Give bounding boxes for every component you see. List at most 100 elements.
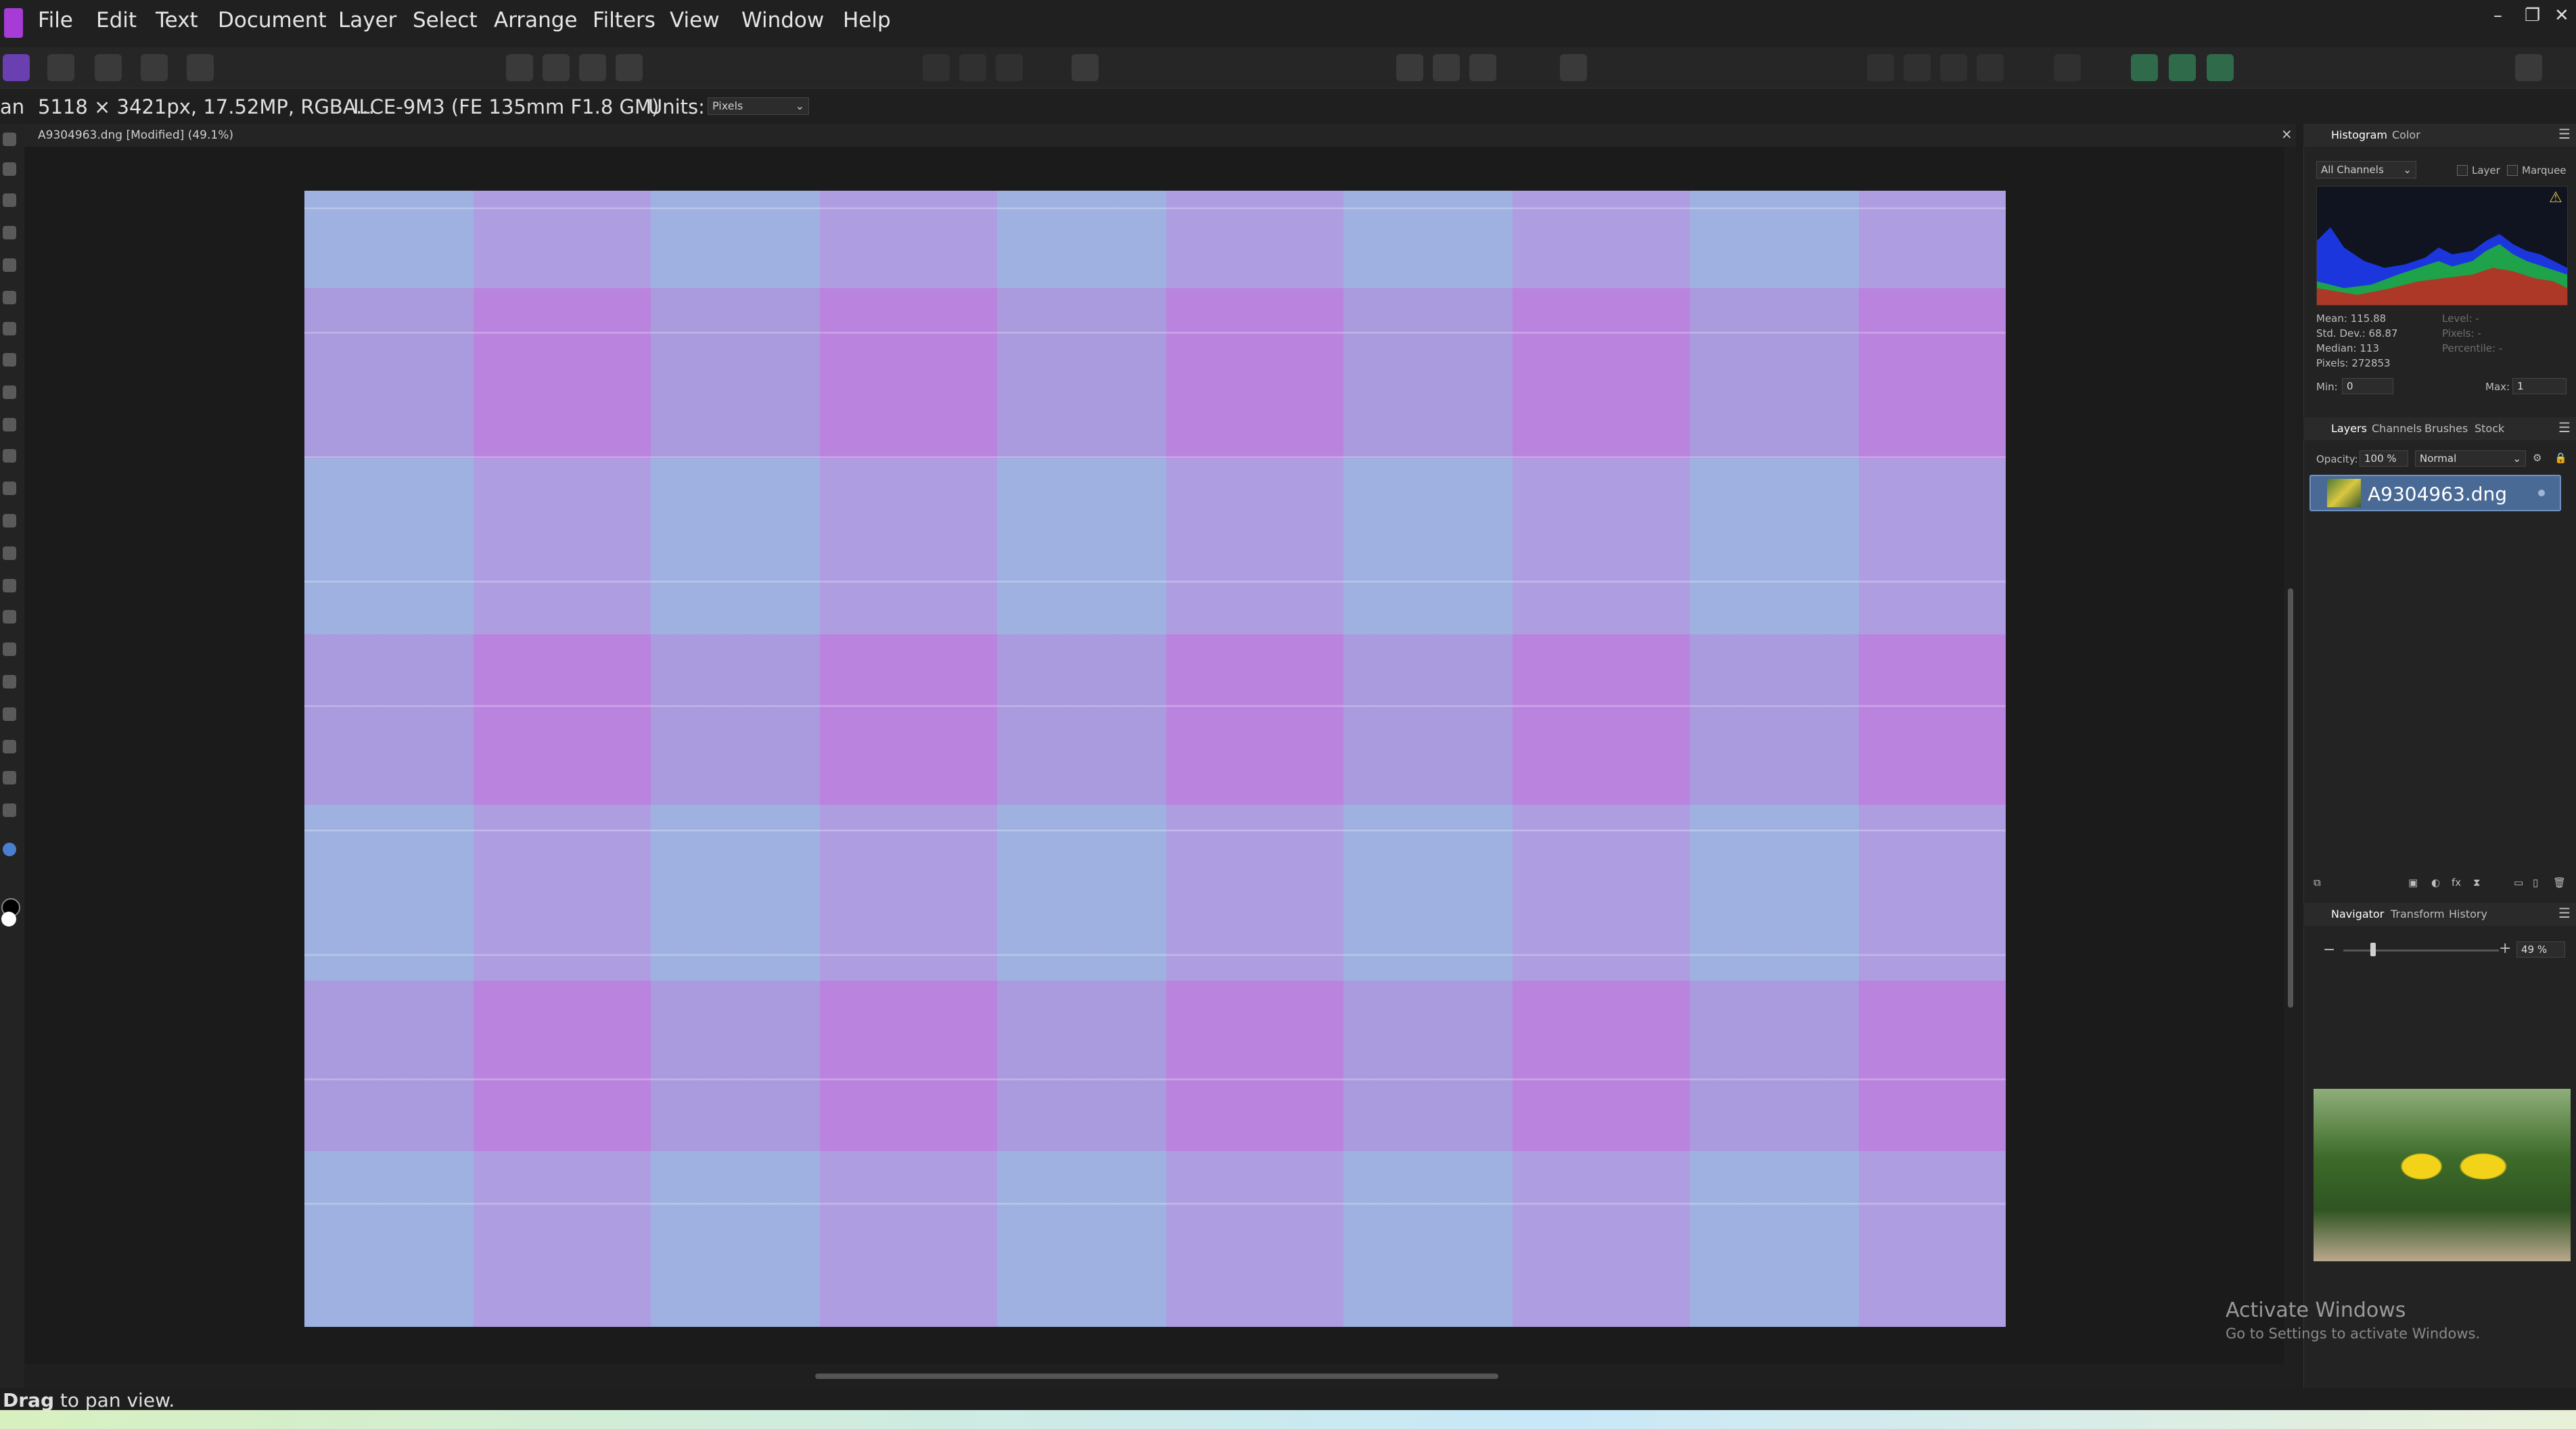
auto-white-balance-icon[interactable]: [616, 54, 643, 81]
live-filter-icon[interactable]: ⧗: [2473, 876, 2481, 889]
gradient-tool-icon[interactable]: [3, 418, 16, 431]
lock-icon[interactable]: 🔒: [2554, 452, 2567, 464]
min-field[interactable]: 0: [2342, 378, 2393, 394]
menu-view[interactable]: View: [670, 8, 720, 32]
fx-icon[interactable]: fx: [2452, 876, 2461, 889]
selection-icon[interactable]: [923, 54, 950, 81]
add-layer-icon[interactable]: ▯: [2533, 876, 2538, 889]
flood-select-tool-icon[interactable]: [3, 291, 16, 304]
zoom-tool-icon[interactable]: [3, 803, 16, 817]
marquee-tool-icon[interactable]: [3, 322, 16, 335]
menu-filters[interactable]: Filters: [593, 8, 656, 32]
menu-window[interactable]: Window: [741, 8, 824, 32]
restore-icon[interactable]: ❐: [2525, 5, 2540, 26]
zoom-out-icon[interactable]: −: [2323, 941, 2335, 958]
artistic-text-tool-icon[interactable]: [3, 771, 16, 784]
horizontal-scrollbar-thumb[interactable]: [815, 1374, 1498, 1379]
view-mode-icon[interactable]: [1433, 54, 1460, 81]
color-mode-icon[interactable]: [1469, 54, 1496, 81]
tab-channels[interactable]: Channels: [2372, 422, 2422, 435]
clone-brush-tool-icon[interactable]: [3, 579, 16, 592]
zoom-slider-handle[interactable]: [2370, 943, 2376, 956]
tab-histogram[interactable]: Histogram: [2331, 128, 2387, 141]
quick-mask-icon[interactable]: [1072, 54, 1099, 81]
assistant-icon[interactable]: [1560, 54, 1587, 81]
selection-brush-tool-icon[interactable]: [3, 258, 16, 272]
opacity-field[interactable]: 100 %: [2360, 450, 2408, 467]
crop-tool-icon[interactable]: [3, 226, 16, 239]
canvas-image[interactable]: [304, 191, 2006, 1327]
add-group-icon[interactable]: ▭: [2514, 876, 2523, 889]
arrange-back-icon[interactable]: [1867, 54, 1894, 81]
liquify-persona-icon[interactable]: [47, 54, 74, 81]
align-icon[interactable]: [2054, 54, 2081, 81]
tab-navigator[interactable]: Navigator: [2331, 908, 2384, 920]
fill-tool-icon[interactable]: [3, 385, 16, 399]
develop-persona-icon[interactable]: [95, 54, 122, 81]
view-tool-icon[interactable]: [3, 133, 16, 146]
zoom-in-icon[interactable]: +: [2499, 940, 2511, 957]
gear-icon[interactable]: ⚙: [2533, 452, 2542, 464]
pen-tool-icon[interactable]: [3, 707, 16, 721]
menu-help[interactable]: Help: [843, 8, 891, 32]
color-picker-tool-icon[interactable]: [3, 193, 16, 207]
menu-layer[interactable]: Layer: [338, 8, 396, 32]
secondary-color-swatch[interactable]: [1, 912, 16, 927]
tab-transform[interactable]: Transform: [2391, 908, 2445, 920]
layer-options-icon[interactable]: ⧉: [2314, 876, 2321, 889]
menu-select[interactable]: Select: [413, 8, 478, 32]
tab-layers[interactable]: Layers: [2331, 422, 2367, 435]
vertical-scrollbar-thumb[interactable]: [2288, 588, 2293, 1008]
mask-layer-icon[interactable]: ▣: [2408, 876, 2418, 889]
rectangle-tool-icon[interactable]: [3, 740, 16, 753]
boolean-subtract-icon[interactable]: [2169, 54, 2196, 81]
document-tab[interactable]: A9304963.dng [Modified] (49.1%): [38, 128, 233, 142]
trash-icon[interactable]: 🗑: [2553, 876, 2566, 889]
blemish-removal-tool-icon[interactable]: [3, 610, 16, 624]
channel-select[interactable]: All Channels ⌄: [2316, 161, 2416, 179]
deselect-icon[interactable]: [959, 54, 986, 81]
move-tool-icon[interactable]: [3, 162, 16, 176]
menu-file[interactable]: File: [38, 8, 73, 32]
blend-mode-select[interactable]: Normal ⌄: [2415, 450, 2526, 467]
zoom-slider[interactable]: [2343, 950, 2499, 952]
auto-contrast-icon[interactable]: [543, 54, 570, 81]
arrange-backward-icon[interactable]: [1904, 54, 1931, 81]
arrange-front-icon[interactable]: [1977, 54, 2004, 81]
account-icon[interactable]: [2515, 54, 2542, 81]
tab-stock[interactable]: Stock: [2475, 422, 2504, 435]
max-field[interactable]: 1: [2512, 378, 2567, 394]
minimize-icon[interactable]: –: [2493, 5, 2502, 26]
invert-selection-icon[interactable]: [996, 54, 1023, 81]
navigator-preview[interactable]: [2314, 1089, 2571, 1261]
menu-arrange[interactable]: Arrange: [494, 8, 578, 32]
pixel-tool-icon[interactable]: [3, 482, 16, 495]
zoom-field[interactable]: 49 %: [2516, 941, 2565, 958]
warning-icon[interactable]: ⚠: [2549, 189, 2562, 206]
marquee-checkbox[interactable]: [2507, 165, 2518, 176]
menu-edit[interactable]: Edit: [96, 8, 137, 32]
paint-brush-tool-icon[interactable]: [3, 449, 16, 463]
panel-menu-icon[interactable]: ☰: [2558, 126, 2571, 142]
panel-menu-icon[interactable]: ☰: [2558, 419, 2571, 436]
menu-text[interactable]: Text: [156, 8, 198, 32]
color-wheel-icon[interactable]: [3, 843, 16, 856]
units-select[interactable]: Pixels ⌄: [708, 97, 809, 115]
adjustment-layer-icon[interactable]: ◐: [2431, 876, 2440, 889]
tab-brushes[interactable]: Brushes: [2424, 422, 2468, 435]
app-logo-icon[interactable]: [4, 8, 23, 38]
levels-icon[interactable]: [506, 54, 533, 81]
panel-menu-icon[interactable]: ☰: [2558, 905, 2571, 921]
tone-mapping-persona-icon[interactable]: [141, 54, 168, 81]
snapping-icon[interactable]: [1396, 54, 1423, 81]
arrange-forward-icon[interactable]: [1940, 54, 1967, 81]
boolean-intersect-icon[interactable]: [2207, 54, 2234, 81]
sharpen-brush-tool-icon[interactable]: [3, 675, 16, 688]
export-persona-icon[interactable]: [187, 54, 214, 81]
photo-persona-icon[interactable]: [3, 54, 30, 81]
close-document-icon[interactable]: ×: [2281, 126, 2293, 142]
layer-checkbox[interactable]: [2457, 165, 2468, 176]
dodge-brush-tool-icon[interactable]: [3, 546, 16, 560]
tab-color[interactable]: Color: [2392, 128, 2420, 141]
auto-colors-icon[interactable]: [579, 54, 606, 81]
